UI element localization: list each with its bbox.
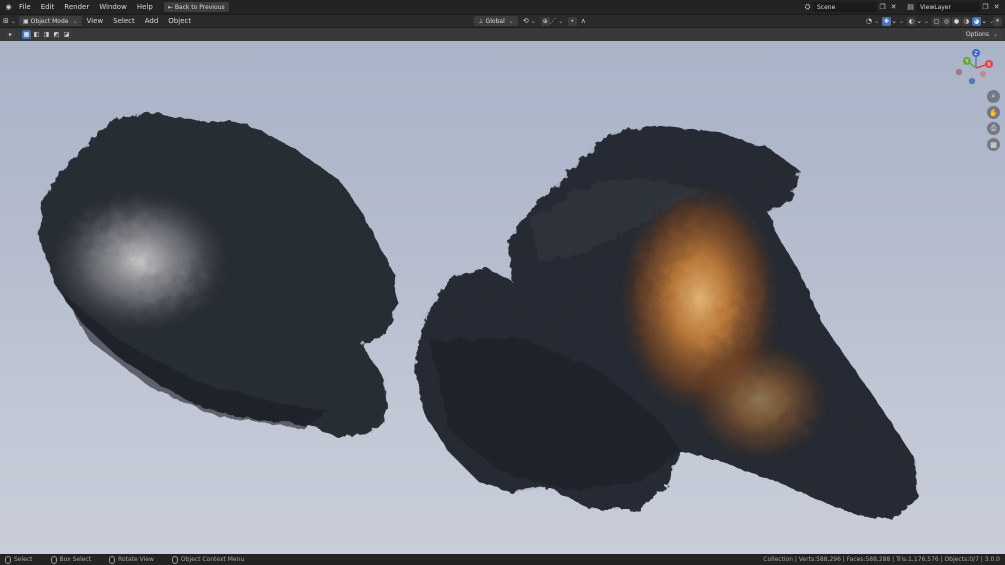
navigation-gizmo[interactable]: Z X Y [953, 45, 999, 91]
viewport-header: ⊞ ▣ Object Mode View Select Add Object ⊥… [0, 14, 1005, 27]
solid-shading-icon[interactable]: ● [952, 16, 962, 26]
gizmo-neg-z-axis[interactable] [968, 77, 976, 85]
menu-window[interactable]: Window [94, 0, 132, 14]
orientation-label: Global [485, 17, 505, 25]
back-to-previous-label: Back to Previous [174, 3, 225, 11]
middle-mouse-icon [109, 555, 116, 564]
delete-scene-icon[interactable]: ✕ [888, 2, 899, 12]
drag-mouse-icon [50, 555, 57, 564]
proportional-edit-icon[interactable]: • [567, 16, 577, 26]
pivot-point-icon[interactable]: ⟲ [523, 16, 535, 26]
tool-header: ▸ ▦ ◧ ◨ ◩ ◪ Options [0, 27, 1005, 41]
status-context-menu: Object Context Menu [171, 555, 245, 564]
viewlayer-field[interactable]: ViewLayer [916, 2, 980, 12]
new-viewlayer-icon[interactable]: ❐ [980, 2, 991, 12]
viewlayer-label: ViewLayer [920, 3, 951, 11]
delete-viewlayer-icon[interactable]: ✕ [991, 2, 1002, 12]
toolbar-toggle-icon[interactable]: ▸ [6, 30, 15, 39]
blender-logo-icon[interactable]: ◉ [3, 2, 14, 12]
menu-add[interactable]: Add [140, 15, 164, 27]
wireframe-shading-icon[interactable]: ◎ [942, 16, 952, 26]
menu-help[interactable]: Help [132, 0, 158, 14]
falloff-icon[interactable]: ∧ [578, 16, 589, 26]
left-mouse-icon [5, 555, 11, 564]
status-select: Select [5, 555, 33, 564]
snap-increment-icon[interactable]: ⋰ [549, 16, 562, 26]
status-box-select-label: Box Select [59, 556, 92, 563]
select-subtract-mode-icon[interactable]: ◨ [42, 30, 51, 39]
sidebar-toggle-icon[interactable]: ⏸ [993, 16, 1003, 26]
material-shading-icon[interactable]: ◑ [962, 16, 972, 26]
menu-edit[interactable]: Edit [36, 0, 60, 14]
overlay-toggle-icon[interactable]: ◐ [907, 16, 917, 26]
object-mode-icon: ▣ [23, 17, 29, 25]
gizmo-neg-x-axis[interactable] [979, 70, 987, 78]
back-to-previous-button[interactable]: ⇤ Back to Previous [163, 2, 229, 12]
gizmo-toggle-icon[interactable]: ✥ [882, 16, 892, 26]
status-bar: Select Box Select Rotate View Object Con… [0, 554, 1005, 565]
xray-toggle-icon[interactable]: ▢ [932, 16, 942, 26]
gizmo-z-label: Z [974, 51, 978, 57]
rendered-scene [40, 113, 918, 519]
menu-render[interactable]: Render [59, 0, 94, 14]
visibility-icon[interactable]: ◔ [866, 16, 878, 26]
menu-view[interactable]: View [82, 15, 109, 27]
zoom-icon[interactable]: ⌕ [987, 90, 1000, 103]
perspective-grid-icon[interactable]: ▦ [987, 138, 1000, 151]
select-intersect-mode-icon[interactable]: ◪ [62, 30, 71, 39]
scene-field[interactable]: Scene [813, 2, 877, 12]
viewlayer-icon[interactable]: ▤ [905, 2, 916, 12]
overlay-dropdown-icon[interactable]: ⌄ [916, 16, 928, 26]
status-rotate-view-label: Rotate View [118, 556, 154, 563]
menu-select[interactable]: Select [108, 15, 140, 27]
select-extend-mode-icon[interactable]: ◧ [32, 30, 41, 39]
camera-view-icon[interactable]: ⎙ [987, 122, 1000, 135]
select-invert-mode-icon[interactable]: ◩ [52, 30, 61, 39]
mode-selector[interactable]: ▣ Object Mode [19, 16, 82, 26]
scene-statistics: Collection | Verts:588,296 | Faces:588,2… [763, 556, 1000, 563]
back-icon: ⇤ [167, 3, 173, 11]
scene-icon[interactable]: ⛭ [802, 2, 813, 12]
status-select-label: Select [14, 556, 33, 563]
top-menu-bar: ◉ File Edit Render Window Help ⇤ Back to… [0, 0, 1005, 14]
3d-viewport[interactable]: Z X Y ⌕ ✋ ⎙ ▦ [0, 41, 1005, 554]
status-box-select: Box Select [50, 555, 92, 564]
status-rotate-view: Rotate View [109, 555, 154, 564]
scene-label: Scene [817, 3, 836, 11]
options-dropdown[interactable]: Options [961, 29, 1002, 40]
pan-hand-icon[interactable]: ✋ [987, 106, 1000, 119]
right-mouse-icon [171, 555, 178, 564]
status-context-menu-label: Object Context Menu [180, 556, 245, 563]
mode-label: Object Mode [30, 17, 69, 25]
shading-dropdown-icon[interactable]: ⌄ [981, 16, 993, 26]
options-label: Options [965, 31, 989, 38]
editor-type-icon[interactable]: ⊞ [3, 16, 15, 26]
gizmo-dropdown-icon[interactable]: ⌄ [891, 16, 903, 26]
orientation-icon: ⊥ [478, 17, 484, 25]
new-scene-icon[interactable]: ❐ [877, 2, 888, 12]
menu-file[interactable]: File [14, 0, 36, 14]
gizmo-neg-y-axis[interactable] [955, 68, 963, 76]
rendered-shading-icon[interactable]: ◕ [972, 16, 982, 26]
gizmo-x-label: X [987, 62, 991, 68]
transform-orientation-dropdown[interactable]: ⊥ Global [474, 16, 518, 26]
menu-object[interactable]: Object [163, 15, 196, 27]
select-box-mode-icon[interactable]: ▦ [22, 30, 31, 39]
